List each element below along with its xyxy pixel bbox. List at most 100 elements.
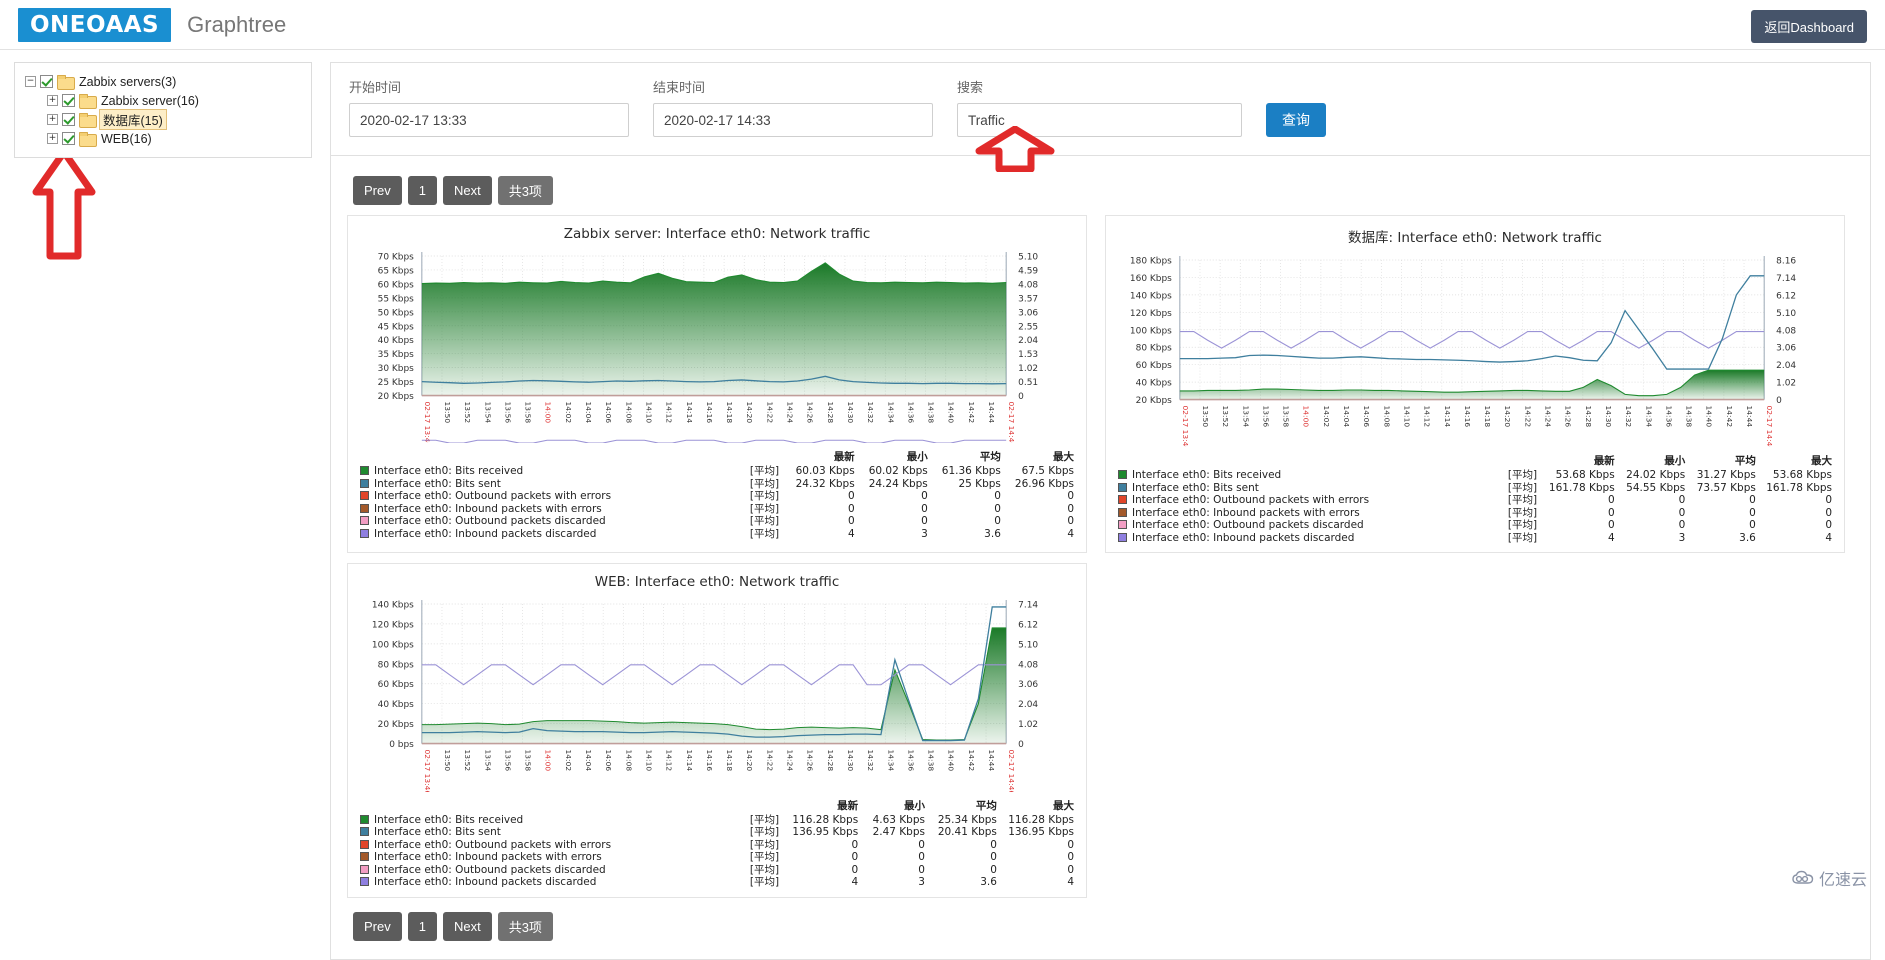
legend-max: 0 bbox=[1825, 506, 1832, 519]
graph-title: WEB: Interface eth0: Network traffic bbox=[594, 574, 840, 591]
legend-series-label: Interface eth0: Bits sent bbox=[374, 826, 501, 839]
legend-latest: 4 bbox=[1608, 531, 1615, 544]
legend-series-label: Interface eth0: Bits received bbox=[1132, 469, 1282, 482]
svg-text:14:30: 14:30 bbox=[846, 750, 855, 772]
svg-text:13:58: 13:58 bbox=[1282, 406, 1291, 428]
tree-node-checkbox[interactable] bbox=[40, 75, 53, 88]
legend-min: 0 bbox=[921, 490, 928, 503]
folder-icon bbox=[57, 75, 75, 90]
legend-series-label: Interface eth0: Bits received bbox=[374, 465, 524, 478]
tree-node[interactable]: − Zabbix servers(3) bbox=[25, 72, 305, 91]
tree-node[interactable]: + Zabbix server(16) bbox=[25, 91, 305, 110]
tree-node[interactable]: + WEB(16) bbox=[25, 129, 305, 148]
legend-series-name: Interface eth0: Bits sent bbox=[1114, 482, 1504, 495]
start-time-input[interactable] bbox=[349, 103, 629, 137]
svg-text:13:54: 13:54 bbox=[1241, 406, 1250, 428]
legend-color-swatch bbox=[1118, 507, 1127, 517]
legend-min: 54.55 Kbps bbox=[1626, 481, 1686, 494]
series-line-packets-discarded bbox=[421, 439, 1007, 444]
legend-agg: [平均] bbox=[749, 465, 780, 478]
expand-icon[interactable]: + bbox=[47, 133, 58, 144]
graph-card[interactable]: 数据库: Interface eth0: Network traffic 180 … bbox=[1105, 215, 1845, 554]
graph-card[interactable]: WEB: Interface eth0: Network traffic 140 … bbox=[347, 563, 1087, 898]
tree-node[interactable]: + 数据库(15) bbox=[25, 109, 305, 130]
svg-text:2.04: 2.04 bbox=[1018, 336, 1038, 346]
graph-title: 数据库: Interface eth0: Network traffic bbox=[1348, 230, 1602, 246]
end-time-input[interactable] bbox=[653, 103, 933, 137]
svg-text:0: 0 bbox=[1018, 392, 1024, 402]
return-dashboard-button[interactable]: 返回Dashboard bbox=[1751, 10, 1867, 43]
legend-max: 0 bbox=[1067, 502, 1074, 515]
legend-agg: [平均] bbox=[749, 477, 780, 490]
plot-area: 70 Kbps 5.10 65 Kbps 4.59 60 Kbps 4.08 55 Kbps… bbox=[378, 251, 1038, 444]
tree-node-checkbox[interactable] bbox=[62, 132, 75, 145]
legend-header-max: 最大 bbox=[1053, 799, 1074, 812]
expand-icon[interactable]: + bbox=[47, 95, 58, 106]
svg-text:5.10: 5.10 bbox=[1018, 252, 1038, 262]
legend-series-name: Interface eth0: Inbound packets discarde… bbox=[1114, 532, 1504, 545]
legend-latest: 53.68 Kbps bbox=[1555, 469, 1615, 482]
svg-text:5.10: 5.10 bbox=[1018, 641, 1038, 651]
legend-agg: [平均] bbox=[749, 502, 780, 515]
legend-agg: [平均] bbox=[1507, 506, 1538, 519]
legend-agg: [平均] bbox=[749, 515, 780, 528]
svg-text:13:52: 13:52 bbox=[463, 750, 472, 772]
svg-text:14:26: 14:26 bbox=[1564, 406, 1573, 428]
svg-text:14:32: 14:32 bbox=[866, 750, 875, 772]
svg-text:14:16: 14:16 bbox=[705, 402, 714, 424]
legend-row: Interface eth0: Inbound packets discarde… bbox=[356, 528, 1078, 541]
legend-min: 4.63 Kbps bbox=[872, 813, 925, 826]
svg-text:120 Kbps: 120 Kbps bbox=[372, 621, 414, 631]
svg-text:14:44: 14:44 bbox=[987, 750, 996, 772]
legend-max: 0 bbox=[1067, 490, 1074, 503]
search-input[interactable] bbox=[957, 103, 1242, 137]
next-page-button[interactable]: Next bbox=[442, 176, 492, 205]
page-number-button-bottom[interactable]: 1 bbox=[407, 911, 437, 941]
legend-row: Interface eth0: Outbound packets with er… bbox=[1114, 494, 1836, 507]
legend-avg: 25 Kbps bbox=[958, 477, 1001, 490]
legend-min: 0 bbox=[918, 863, 925, 876]
query-button[interactable]: 查询 bbox=[1266, 103, 1326, 137]
expand-icon[interactable]: + bbox=[47, 114, 58, 125]
tree-node-label: WEB(16) bbox=[101, 131, 152, 146]
legend-series-label: Interface eth0: Outbound packets with er… bbox=[374, 490, 612, 503]
svg-text:14:00: 14:00 bbox=[544, 750, 553, 772]
legend-agg: [平均] bbox=[1507, 494, 1538, 507]
legend-series-name: Interface eth0: Bits sent bbox=[356, 826, 746, 839]
svg-text:14:22: 14:22 bbox=[1523, 406, 1532, 428]
tree-node-checkbox[interactable] bbox=[62, 113, 75, 126]
legend-row: Interface eth0: Bits sent [平均] 136.95 Kbps… bbox=[356, 826, 1078, 839]
collapse-icon[interactable]: − bbox=[25, 76, 36, 87]
legend-avg: 0 bbox=[994, 502, 1001, 515]
prev-page-button-bottom[interactable]: Prev bbox=[353, 911, 402, 941]
legend-avg: 61.36 Kbps bbox=[941, 465, 1001, 478]
svg-text:4.08: 4.08 bbox=[1018, 280, 1038, 290]
prev-page-button[interactable]: Prev bbox=[353, 176, 402, 205]
legend-latest: 0 bbox=[1608, 506, 1615, 519]
next-page-button-bottom[interactable]: Next bbox=[442, 911, 492, 941]
legend-row: Interface eth0: Bits received [平均] 116.28 … bbox=[356, 814, 1078, 827]
legend-latest: 116.28 Kbps bbox=[792, 813, 859, 826]
tree-node-checkbox[interactable] bbox=[62, 94, 75, 107]
legend-color-swatch bbox=[360, 478, 369, 488]
svg-text:60 Kbps: 60 Kbps bbox=[378, 681, 415, 691]
legend-agg: [平均] bbox=[749, 826, 780, 839]
legend-row: Interface eth0: Inbound packets discarde… bbox=[1114, 532, 1836, 545]
svg-text:14:00: 14:00 bbox=[1302, 406, 1311, 428]
svg-text:14:22: 14:22 bbox=[765, 750, 774, 772]
svg-text:14:12: 14:12 bbox=[665, 750, 674, 772]
legend-max: 4 bbox=[1825, 531, 1832, 544]
svg-text:40 Kbps: 40 Kbps bbox=[378, 701, 415, 711]
svg-text:14:44: 14:44 bbox=[987, 402, 996, 424]
legend-header-avg: 平均 bbox=[979, 451, 1001, 464]
legend-max: 0 bbox=[1067, 515, 1074, 528]
legend-min: 0 bbox=[918, 838, 925, 851]
legend-series-label: Interface eth0: Inbound packets with err… bbox=[1132, 506, 1360, 519]
legend-min: 3 bbox=[1678, 531, 1686, 544]
graph-card[interactable]: Zabbix server: Interface eth0: Network t… bbox=[347, 215, 1087, 554]
svg-text:14:02: 14:02 bbox=[564, 402, 573, 424]
page-number-button[interactable]: 1 bbox=[407, 176, 437, 205]
svg-text:14:10: 14:10 bbox=[644, 402, 653, 424]
svg-text:14:40: 14:40 bbox=[1705, 406, 1714, 428]
legend-agg: [平均] bbox=[749, 876, 780, 889]
